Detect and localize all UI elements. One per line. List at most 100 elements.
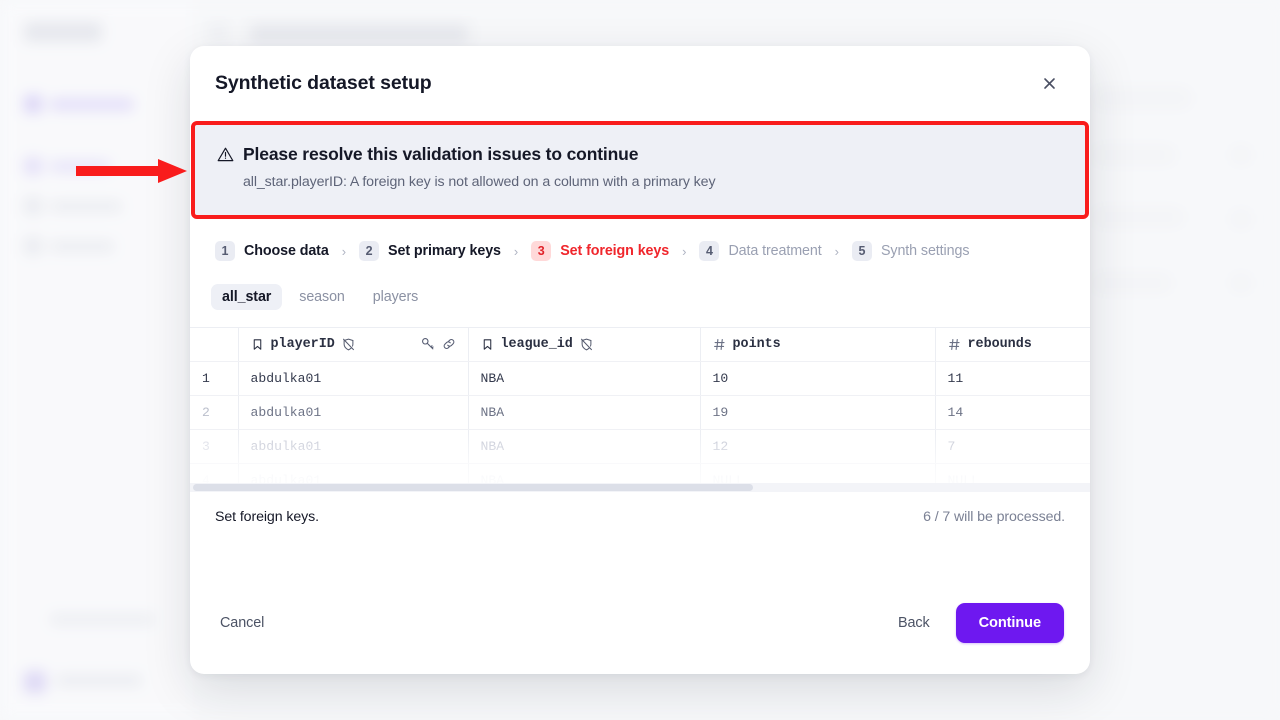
data-grid-column-name: playerID [270,336,335,352]
background-card [1232,276,1250,290]
bookmark-icon [481,338,494,351]
stepper-separator: › [682,243,687,259]
data-grid-cell-points[interactable]: 12 [700,429,936,464]
data-grid-cell-playerID[interactable]: abdulka01 [238,361,469,396]
background-page-title [250,24,468,43]
background-icon [210,24,226,40]
data-grid-header-row: playerID league_id points rebounds [190,328,1090,362]
data-grid-row: 1 abdulka01 NBA 10 11 [190,361,1090,396]
continue-button[interactable]: Continue [955,603,1064,643]
processed-count: 6 / 7 will be processed. [923,509,1065,525]
back-button[interactable]: Back [894,606,934,640]
stepper-step-label: Set foreign keys [560,243,670,259]
status-row: Set foreign keys. 6 / 7 will be processe… [190,492,1090,525]
data-grid-column-header-points[interactable]: points [700,328,936,362]
stepper-step-label: Choose data [244,243,329,259]
data-grid-cell-league_id[interactable]: NBA [468,361,701,396]
background-sidebar [0,0,196,720]
stepper-separator: › [341,243,347,259]
background-nav-item [24,614,174,636]
dialog-actions: Cancel Back Continue [190,603,1090,674]
stepper-separator: › [834,243,839,259]
data-grid-column-name: points [732,336,781,352]
stepper-step-label: Synth settings [880,243,970,259]
data-grid-cell-rebounds[interactable]: 7 [935,429,1090,464]
table-tab-season[interactable]: season [288,284,356,310]
data-grid-body: 1 abdulka01 NBA 10 11 2 abdulka01 NBA 19 14 3 abdul… [190,361,1090,492]
data-grid-column-name: league_id [500,336,573,352]
stepper-step-set-primary-keys[interactable]: 2 Set primary keys [359,241,501,261]
synthetic-dataset-setup-dialog: Synthetic dataset setup Please resolve t… [190,46,1090,674]
stepper-step-set-foreign-keys[interactable]: 3 Set foreign keys [531,241,669,261]
hash-icon [713,338,726,351]
horizontal-scrollbar[interactable] [190,483,1090,492]
validation-alert-heading: Please resolve this validation issues to… [243,144,639,164]
background-card [1232,148,1250,162]
validation-alert-wrapper: Please resolve this validation issues to… [190,121,1090,219]
background-user [24,670,174,693]
data-grid-column-header-playerID[interactable]: playerID [238,328,469,362]
data-grid-cell-league_id[interactable]: NBA [468,395,701,430]
stepper-step-label: Data treatment [728,243,822,259]
background-card [1094,276,1170,290]
stepper-step-number: 1 [215,241,235,261]
background-card [1094,90,1190,106]
data-grid-row: 2 abdulka01 NBA 19 14 [190,395,1090,430]
background-nav-item [24,94,174,116]
hash-icon [948,338,961,351]
table-tab-list: all_star season players [190,261,1090,310]
data-grid-row: 3 abdulka01 NBA 12 7 [190,429,1090,464]
key-icon[interactable] [421,337,435,351]
close-icon[interactable] [1034,69,1064,99]
data-grid-rownum-header [190,328,239,362]
dialog-title: Synthetic dataset setup [215,72,432,94]
data-grid-cell-rebounds[interactable]: 11 [935,361,1090,396]
stepper-step-number: 2 [359,241,380,261]
data-grid-cell-playerID[interactable]: abdulka01 [238,395,469,430]
data-grid-cell-rebounds[interactable]: 14 [935,395,1090,430]
status-message: Set foreign keys. [215,509,319,525]
stepper-step-number: 5 [851,241,872,261]
stepper-step-label: Set primary keys [388,243,501,259]
bookmark-icon [251,338,264,351]
background-nav-item [24,236,174,258]
stepper-step-choose-data[interactable]: 1 Choose data [215,241,329,261]
link-icon[interactable] [442,337,456,351]
setup-stepper: 1 Choose data › 2 Set primary keys › 3 Set fore… [190,219,1090,261]
shield-off-icon[interactable] [342,338,355,351]
warning-triangle-icon [217,146,234,163]
red-pointer-arrow [76,159,187,183]
stepper-separator: › [513,243,519,259]
background-logo [24,22,102,42]
data-grid-cell-points[interactable]: 19 [700,395,936,430]
background-nav-item [24,196,174,218]
table-tab-all_star[interactable]: all_star [211,284,283,310]
stepper-step-data-treatment[interactable]: 4 Data treatment [699,241,822,261]
data-grid-cell-points[interactable]: 10 [700,361,936,396]
data-grid-cell-playerID[interactable]: abdulka01 [238,429,469,464]
validation-alert: Please resolve this validation issues to… [191,121,1089,219]
data-grid-column-header-league_id[interactable]: league_id [468,328,701,362]
data-grid: playerID league_id points rebounds 1 abdulka… [190,328,1090,492]
background-card [1094,210,1182,224]
data-grid-row-number: 3 [190,429,239,464]
background-card [1094,148,1174,162]
data-grid-column-header-rebounds[interactable]: rebounds [935,328,1090,362]
data-grid-row-number: 2 [190,395,239,430]
validation-alert-heading-row: Please resolve this validation issues to… [217,144,1061,165]
stepper-step-synth-settings[interactable]: 5 Synth settings [851,241,970,261]
table-tab-players[interactable]: players [362,284,429,310]
stepper-step-number: 3 [531,241,552,261]
data-grid-column-actions [421,337,456,351]
validation-alert-detail: all_star.playerID: A foreign key is not … [243,174,716,190]
cancel-button[interactable]: Cancel [216,606,268,640]
data-grid-cell-league_id[interactable]: NBA [468,429,701,464]
data-grid-column-name: rebounds [967,336,1032,352]
data-grid-row-number: 1 [190,361,239,396]
dialog-header: Synthetic dataset setup [190,46,1090,121]
stepper-step-number: 4 [699,241,720,261]
data-grid-container: playerID league_id points rebounds 1 abdulka… [190,327,1090,492]
background-card [1232,212,1250,226]
shield-off-icon[interactable] [580,338,593,351]
horizontal-scrollbar-thumb[interactable] [193,484,753,491]
